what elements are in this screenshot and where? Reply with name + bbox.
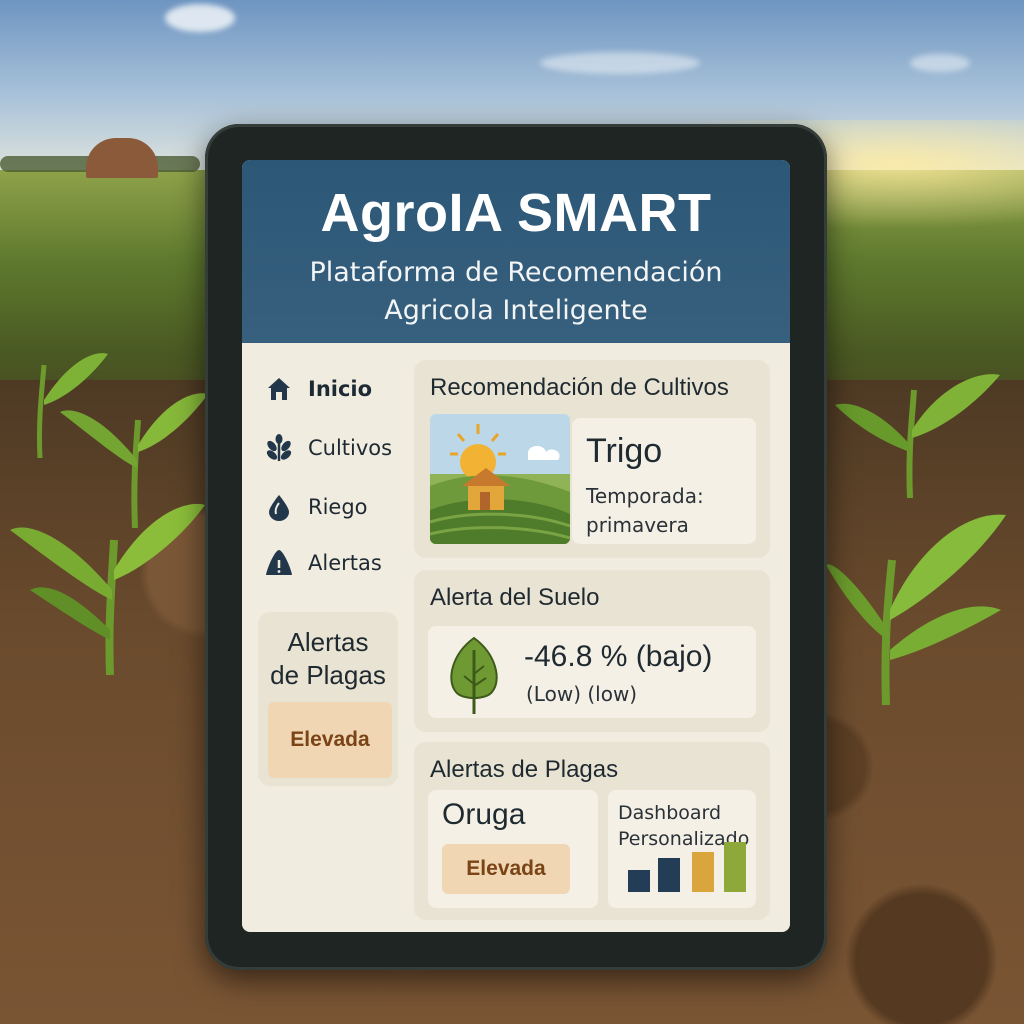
pest-level-badge: Elevada xyxy=(442,844,570,894)
sidebar-item-label: Inicio xyxy=(308,377,373,401)
leaf-icon xyxy=(444,634,504,720)
cloud xyxy=(165,4,235,32)
season-label: Temporada: xyxy=(586,484,704,508)
crop-season: Temporada: primavera xyxy=(586,482,746,540)
app-subtitle: Plataforma de Recomendación Agricola Int… xyxy=(242,254,790,330)
pest-alerts-card[interactable]: Alertas de Plagas Oruga Elevada Dashboar… xyxy=(414,742,770,920)
app-title: AgroIA SMART xyxy=(320,183,712,243)
crop-recommendation-card[interactable]: Recomendación de Cultivos Trigo Temporad… xyxy=(414,360,770,558)
card-title: Alertas de Plagas xyxy=(430,756,619,783)
farm-landscape-image xyxy=(430,414,570,544)
water-drop-icon xyxy=(264,492,294,522)
pest-level-badge: Elevada xyxy=(268,702,392,778)
soil-detail-panel: -46.8 % (bajo) (Low) (low) xyxy=(428,626,756,718)
dashboard-bar-icon xyxy=(658,858,680,892)
sidebar-item-label: Cultivos xyxy=(308,436,393,460)
distant-barn xyxy=(86,138,158,178)
sprout-plant xyxy=(826,514,1006,706)
pest-detail-panel: Oruga Elevada xyxy=(428,790,598,908)
season-value: primavera xyxy=(586,513,689,537)
sidebar-item-inicio[interactable]: Inicio xyxy=(264,372,424,406)
crop-name: Trigo xyxy=(586,432,663,470)
soil-alert-card[interactable]: Alerta del Suelo -46.8 % (bajo) (Low) (l… xyxy=(414,570,770,732)
dashboard-label-line: Dashboard xyxy=(618,802,722,824)
card-title-line: Alertas xyxy=(287,627,369,657)
cloud xyxy=(540,52,700,74)
app-header: AgroIA SMART Plataforma de Recomendación… xyxy=(242,160,790,343)
pest-alert-summary-card: Alertas de Plagas Elevada xyxy=(258,612,398,786)
dashboard-panel[interactable]: Dashboard Personalizado xyxy=(608,790,756,908)
sidebar-item-cultivos[interactable]: Cultivos xyxy=(264,431,424,465)
subtitle-line: Plataforma de Recomendación xyxy=(309,257,723,288)
dashboard-bar-icon xyxy=(724,842,746,892)
soil-moisture-detail: (Low) (low) xyxy=(526,682,638,706)
card-title: Alertas de Plagas xyxy=(258,626,398,692)
leaf-sprig-icon xyxy=(264,433,294,463)
sprout-plant xyxy=(835,374,1000,499)
app-screen: AgroIA SMART Plataforma de Recomendación… xyxy=(242,160,790,932)
card-title-line: de Plagas xyxy=(270,660,386,690)
dashboard-bar-icon xyxy=(692,852,714,892)
dashboard-bar-icon xyxy=(628,870,650,892)
crop-detail-panel: Trigo Temporada: primavera xyxy=(572,418,756,544)
card-title: Alerta del Suelo xyxy=(430,584,600,611)
home-icon xyxy=(264,374,294,404)
sprout-plant xyxy=(36,353,108,459)
sidebar-item-label: Alertas xyxy=(308,551,382,575)
cloud xyxy=(910,54,970,72)
sidebar-item-label: Riego xyxy=(308,495,368,519)
sidebar-item-alertas[interactable]: Alertas xyxy=(264,546,424,580)
card-title: Recomendación de Cultivos xyxy=(430,374,729,401)
subtitle-line: Agricola Inteligente xyxy=(384,295,648,326)
sidebar-item-riego[interactable]: Riego xyxy=(264,490,424,524)
alert-triangle-icon xyxy=(264,548,294,578)
soil-moisture-value: -46.8 % (bajo) xyxy=(524,640,713,673)
pest-name: Oruga xyxy=(442,798,526,831)
